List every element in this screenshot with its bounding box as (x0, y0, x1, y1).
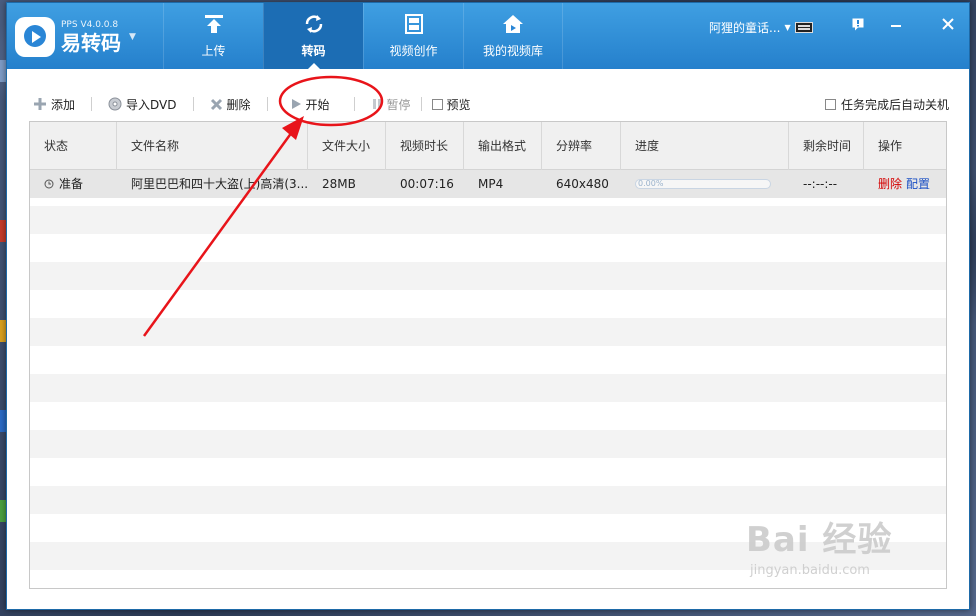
menu-dropdown-icon[interactable]: ▼ (129, 32, 136, 42)
row-size: 28MB (322, 177, 356, 191)
row-config-link[interactable]: 配置 (906, 177, 930, 191)
progress-text: 0.00% (638, 179, 664, 188)
pause-button-label: 暂停 (386, 97, 411, 112)
delete-x-icon (210, 98, 222, 110)
close-button[interactable] (937, 15, 959, 33)
column-header-filename[interactable]: 文件名称 (117, 122, 308, 170)
row-resolution: 640x480 (556, 177, 609, 191)
column-header-actions: 操作 (878, 139, 903, 153)
preview-checkbox[interactable] (431, 98, 443, 110)
plus-icon (34, 98, 46, 110)
delete-button[interactable]: 删除 (206, 93, 255, 115)
tab-transcode-label: 转码 (301, 43, 326, 58)
home-library-icon (503, 14, 523, 33)
feedback-icon (852, 18, 864, 30)
column-header-progress[interactable]: 进度 (621, 122, 789, 170)
watermark-sub: jingyan.baidu.com (750, 563, 870, 578)
preview-label: 预览 (446, 97, 471, 112)
column-header-remaining[interactable]: 剩余时间 (789, 122, 864, 170)
toolbar-divider (420, 97, 422, 111)
column-header-resolution[interactable]: 分辨率 (542, 122, 621, 170)
preview-toggle[interactable]: 预览 (428, 93, 475, 115)
toolbar-divider (91, 97, 93, 111)
disc-icon (108, 97, 122, 111)
tab-video-creation[interactable]: 视频创作 (363, 3, 463, 69)
film-icon (404, 13, 423, 34)
keyboard-icon (794, 22, 813, 33)
add-button[interactable]: 添加 (29, 93, 79, 115)
upload-icon (204, 14, 223, 33)
row-progress: 0.00% (621, 170, 789, 198)
tab-my-library[interactable]: 我的视频库 (463, 3, 563, 69)
column-header-format[interactable]: 输出格式 (464, 122, 542, 170)
row-filename: 阿里巴巴和四十大盗(上)高清(3... (131, 177, 308, 191)
clock-icon (44, 179, 54, 189)
delete-button-label: 删除 (226, 97, 251, 112)
toolbar: 添加 导入DVD 删除 开始 暂停 预览 任务完成后自动关机 (29, 93, 949, 115)
table-row[interactable]: 准备 阿里巴巴和四十大盗(上)高清(3... 28MB 00:07:16 MP4… (30, 170, 946, 198)
column-header-duration[interactable]: 视频时长 (386, 122, 464, 170)
progress-bar: 0.00% (635, 179, 771, 189)
tab-upload[interactable]: 上传 (163, 3, 263, 69)
pause-button[interactable]: 暂停 (367, 93, 415, 115)
main-nav: 上传 转码 视频创作 我的视频库 (163, 3, 563, 69)
close-icon (942, 18, 954, 30)
row-duration: 00:07:16 (400, 177, 454, 191)
auto-shutdown-toggle[interactable]: 任务完成后自动关机 (824, 93, 949, 115)
start-button-label: 开始 (305, 97, 330, 112)
user-menu[interactable]: 阿狸的童话... ▼ (709, 19, 813, 36)
row-status-text: 准备 (59, 177, 84, 191)
column-header-size[interactable]: 文件大小 (308, 122, 386, 170)
toolbar-divider (353, 97, 355, 111)
baidu-watermark: Bai 经验 jingyan.baidu.com (746, 512, 956, 602)
app-logo[interactable]: PPS V4.0.0.8 易转码 ▼ (15, 13, 155, 61)
user-name: 阿狸的童话... (709, 21, 781, 35)
row-remaining: --:--:-- (803, 177, 838, 191)
minimize-icon (891, 25, 901, 27)
import-dvd-label: 导入DVD (126, 97, 177, 112)
toolbar-divider (266, 97, 268, 111)
minimize-button[interactable] (885, 15, 907, 33)
play-icon (291, 99, 301, 109)
auto-shutdown-label: 任务完成后自动关机 (840, 97, 949, 112)
chevron-down-icon: ▼ (784, 23, 791, 32)
app-logo-icon (15, 17, 55, 57)
auto-shutdown-checkbox[interactable] (824, 98, 836, 110)
toolbar-divider (192, 97, 194, 111)
app-name: 易转码 (61, 31, 121, 55)
transcode-icon (305, 14, 322, 33)
pause-icon (372, 99, 381, 109)
row-delete-link[interactable]: 删除 (878, 177, 902, 191)
column-header-status[interactable]: 状态 (30, 122, 117, 170)
tab-transcode[interactable]: 转码 (263, 3, 363, 69)
tab-upload-label: 上传 (201, 43, 226, 58)
title-bar: PPS V4.0.0.8 易转码 ▼ 上传 转码 视频创作 我的视频库 阿狸的童… (7, 3, 969, 69)
app-version: PPS V4.0.0.8 (61, 20, 119, 30)
watermark-main: Bai 经验 (746, 520, 893, 560)
row-format: MP4 (478, 177, 504, 191)
row-actions: 删除 配置 (864, 170, 946, 198)
table-header: 状态 文件名称 文件大小 视频时长 输出格式 分辨率 进度 剩余时间 操作 (30, 122, 946, 170)
tab-video-creation-label: 视频创作 (389, 43, 438, 58)
start-button[interactable]: 开始 (286, 93, 334, 115)
row-status: 准备 (30, 170, 117, 198)
feedback-button[interactable] (847, 15, 869, 33)
import-dvd-button[interactable]: 导入DVD (104, 93, 180, 115)
add-button-label: 添加 (51, 97, 76, 112)
tab-my-library-label: 我的视频库 (482, 43, 543, 58)
